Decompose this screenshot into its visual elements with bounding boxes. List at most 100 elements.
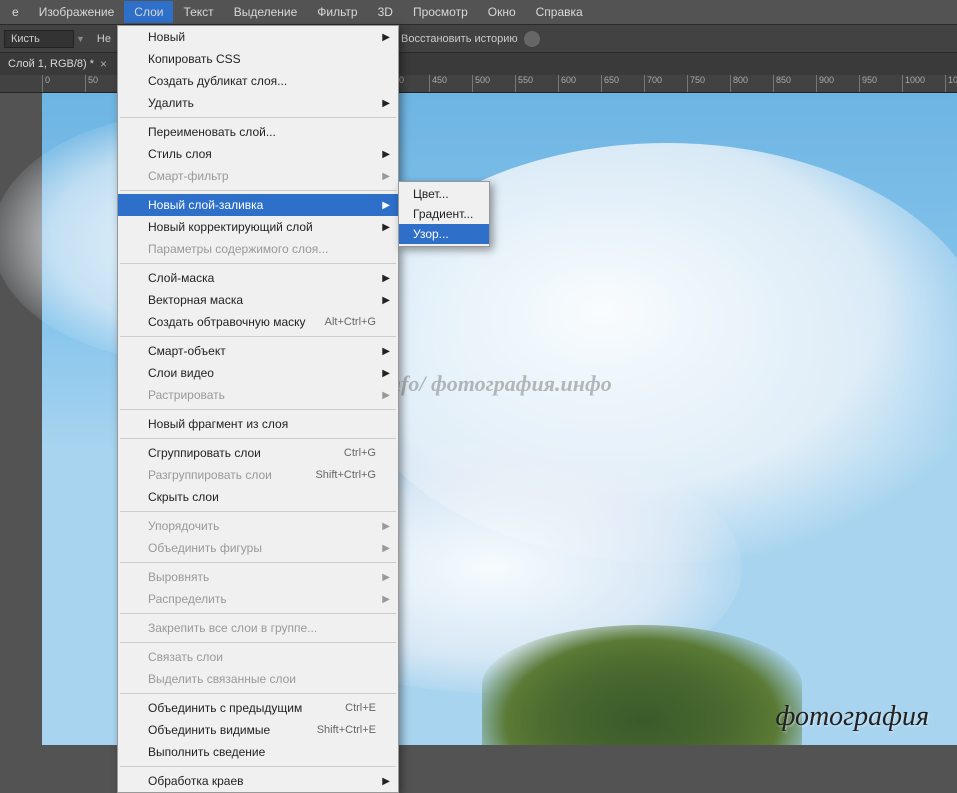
- menu-shortcut: Ctrl+E: [345, 702, 376, 714]
- menu-item-label: Объединить видимые: [148, 723, 270, 737]
- submenu-arrow-icon: ▶: [382, 222, 390, 233]
- ruler-tick: 950: [859, 75, 877, 93]
- submenu-item[interactable]: Градиент...: [399, 204, 489, 224]
- dropdown-arrow-icon[interactable]: ▼: [76, 34, 85, 44]
- restore-history-label: Восстановить историю: [401, 33, 518, 45]
- menu-shortcut: Ctrl+G: [344, 447, 376, 459]
- menu-item[interactable]: Новый слой-заливка▶: [118, 194, 398, 216]
- menu-item-label: Слои видео: [148, 366, 214, 380]
- menu-item[interactable]: Скрыть слои: [118, 486, 398, 508]
- ruler-tick: 850: [773, 75, 791, 93]
- menu-item-label: Слой-маска: [148, 271, 214, 285]
- menubar-item[interactable]: Окно: [478, 1, 526, 23]
- menu-item[interactable]: Стиль слоя▶: [118, 143, 398, 165]
- menu-item: Закрепить все слои в группе...: [118, 617, 398, 639]
- menubar: еИзображениеСлоиТекстВыделениеФильтр3DПр…: [0, 0, 957, 25]
- menu-item[interactable]: Объединить видимыеShift+Ctrl+E: [118, 719, 398, 741]
- ruler-tick: 550: [515, 75, 533, 93]
- submenu-arrow-icon: ▶: [382, 346, 390, 357]
- submenu-arrow-icon: ▶: [382, 521, 390, 532]
- menu-item-label: Выровнять: [148, 570, 209, 584]
- ruler-tick: 900: [816, 75, 834, 93]
- layers-dropdown-menu: Новый▶Копировать CSSСоздать дубликат сло…: [117, 25, 399, 793]
- menu-separator: [120, 438, 396, 439]
- submenu-arrow-icon: ▶: [382, 200, 390, 211]
- ruler-tick: 450: [429, 75, 447, 93]
- menu-shortcut: Shift+Ctrl+G: [315, 469, 376, 481]
- fill-layer-submenu: Цвет...Градиент...Узор...: [398, 181, 490, 247]
- doc-tab-label: Слой 1, RGB/8) *: [8, 58, 94, 70]
- menu-item[interactable]: Удалить▶: [118, 92, 398, 114]
- menu-item[interactable]: Создать дубликат слоя...: [118, 70, 398, 92]
- menu-item[interactable]: Слой-маска ▶: [118, 267, 398, 289]
- menu-item-label: Разгруппировать слои: [148, 468, 272, 482]
- submenu-arrow-icon: ▶: [382, 543, 390, 554]
- ruler-tick: 650: [601, 75, 619, 93]
- menu-item[interactable]: Слои видео▶: [118, 362, 398, 384]
- menu-separator: [120, 336, 396, 337]
- submenu-arrow-icon: ▶: [382, 149, 390, 160]
- doc-tab[interactable]: Слой 1, RGB/8) * ×: [0, 54, 115, 74]
- submenu-item[interactable]: Узор...: [399, 224, 489, 244]
- close-icon[interactable]: ×: [100, 57, 107, 71]
- menu-item-label: Векторная маска: [148, 293, 243, 307]
- ruler-tick: 1050: [945, 75, 957, 93]
- ruler-tick: 500: [472, 75, 490, 93]
- menu-item-label: Смарт-объект: [148, 344, 226, 358]
- menu-separator: [120, 409, 396, 410]
- menu-item: Параметры содержимого слоя...: [118, 238, 398, 260]
- submenu-arrow-icon: ▶: [382, 32, 390, 43]
- submenu-arrow-icon: ▶: [382, 171, 390, 182]
- menu-item-label: Распределить: [148, 592, 227, 606]
- restore-history[interactable]: Восстановить историю: [401, 31, 540, 47]
- tool-selector[interactable]: Кисть: [4, 30, 74, 48]
- watermark-logo: фотография: [775, 701, 929, 733]
- submenu-item[interactable]: Цвет...: [399, 184, 489, 204]
- menu-item[interactable]: Новый▶: [118, 26, 398, 48]
- menu-item[interactable]: Новый фрагмент из слоя: [118, 413, 398, 435]
- menu-item: Объединить фигуры ▶: [118, 537, 398, 559]
- menubar-item[interactable]: Изображение: [29, 1, 125, 23]
- menubar-item[interactable]: Слои: [124, 1, 173, 23]
- menu-separator: [120, 693, 396, 694]
- menu-shortcut: Alt+Ctrl+G: [325, 316, 376, 328]
- menubar-item[interactable]: 3D: [368, 1, 403, 23]
- menu-separator: [120, 766, 396, 767]
- menubar-item[interactable]: Выделение: [224, 1, 308, 23]
- menubar-item[interactable]: е: [2, 1, 29, 23]
- menu-item: Выровнять▶: [118, 566, 398, 588]
- menu-item-label: Обработка краев: [148, 774, 244, 788]
- menu-item[interactable]: Обработка краев▶: [118, 770, 398, 792]
- submenu-arrow-icon: ▶: [382, 594, 390, 605]
- menu-item-label: Скрыть слои: [148, 490, 219, 504]
- menu-separator: [120, 511, 396, 512]
- menu-item[interactable]: Выполнить сведение: [118, 741, 398, 763]
- menubar-item[interactable]: Справка: [526, 1, 593, 23]
- menu-item[interactable]: Новый корректирующий слой▶: [118, 216, 398, 238]
- menu-item[interactable]: Создать обтравочную маскуAlt+Ctrl+G: [118, 311, 398, 333]
- ruler-tick: 750: [687, 75, 705, 93]
- canvas-image: [482, 625, 802, 745]
- menu-item-label: Упорядочить: [148, 519, 219, 533]
- menu-item[interactable]: Смарт-объект ▶: [118, 340, 398, 362]
- menu-item[interactable]: Переименовать слой...: [118, 121, 398, 143]
- menu-separator: [120, 613, 396, 614]
- menu-item[interactable]: Объединить с предыдущим Ctrl+E: [118, 697, 398, 719]
- menu-item-label: Объединить фигуры: [148, 541, 262, 555]
- menu-item[interactable]: Векторная маска▶: [118, 289, 398, 311]
- menu-item-label: Объединить с предыдущим: [148, 701, 302, 715]
- menu-item: Упорядочить ▶: [118, 515, 398, 537]
- ruler-tick: 700: [644, 75, 662, 93]
- menu-item[interactable]: Копировать CSS: [118, 48, 398, 70]
- menu-item-label: Выделить связанные слои: [148, 672, 296, 686]
- menubar-item[interactable]: Текст: [173, 1, 223, 23]
- brush-icon: [524, 31, 540, 47]
- menu-separator: [120, 117, 396, 118]
- submenu-arrow-icon: ▶: [382, 273, 390, 284]
- menubar-item[interactable]: Фильтр: [307, 1, 367, 23]
- menu-separator: [120, 263, 396, 264]
- menu-item-label: Связать слои: [148, 650, 223, 664]
- menu-item-label: Новый фрагмент из слоя: [148, 417, 288, 431]
- menubar-item[interactable]: Просмотр: [403, 1, 478, 23]
- menu-item[interactable]: Сгруппировать слоиCtrl+G: [118, 442, 398, 464]
